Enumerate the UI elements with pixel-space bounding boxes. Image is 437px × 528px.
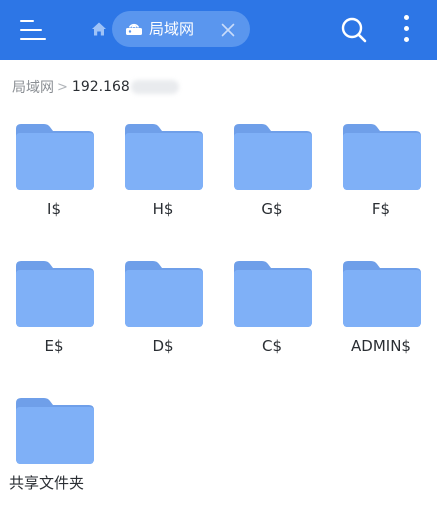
folder-icon [343, 124, 421, 190]
folder-name: F$ [371, 200, 391, 218]
folder-icon [234, 261, 312, 327]
folder-item[interactable]: I$ [1, 124, 107, 254]
menu-icon[interactable] [20, 18, 46, 42]
folder-name: D$ [152, 337, 174, 355]
breadcrumb: 局域网 > 192.168 [12, 76, 179, 98]
folder-name: C$ [261, 337, 283, 355]
search-icon[interactable] [340, 16, 368, 44]
close-icon[interactable] [221, 22, 235, 37]
folder-icon [125, 124, 203, 190]
folder-name: G$ [261, 200, 283, 218]
folder-name: E$ [44, 337, 64, 355]
folder-icon [234, 124, 312, 190]
folder-icon [125, 261, 203, 327]
folder-item[interactable]: C$ [219, 261, 325, 391]
folder-item[interactable]: G$ [219, 124, 325, 254]
folder-name: 共享文件夹 [9, 474, 85, 492]
more-vertical-icon[interactable] [398, 14, 416, 44]
folder-item[interactable]: H$ [110, 124, 216, 254]
folder-icon [16, 261, 94, 327]
folder-item[interactable]: F$ [328, 124, 434, 254]
folder-item[interactable]: 共享文件夹 [1, 398, 107, 528]
tab-lan[interactable]: 局域网 [112, 11, 250, 47]
redacted-address [130, 80, 179, 94]
folder-name: H$ [152, 200, 174, 218]
breadcrumb-current[interactable]: 192.168 [72, 79, 130, 95]
top-app-bar: 局域网 [0, 0, 437, 60]
folder-item[interactable]: ADMIN$ [328, 261, 434, 391]
tab-label: 局域网 [149, 20, 195, 38]
network-drive-icon [125, 21, 143, 37]
folder-icon [343, 261, 421, 327]
breadcrumb-separator: > [57, 79, 68, 95]
breadcrumb-root[interactable]: 局域网 [12, 77, 54, 97]
home-icon[interactable] [91, 21, 107, 37]
folder-icon [16, 124, 94, 190]
folder-icon [16, 398, 94, 464]
folder-item[interactable]: E$ [1, 261, 107, 391]
folder-name: ADMIN$ [351, 337, 411, 355]
folder-item[interactable]: D$ [110, 261, 216, 391]
folder-name: I$ [47, 200, 61, 218]
